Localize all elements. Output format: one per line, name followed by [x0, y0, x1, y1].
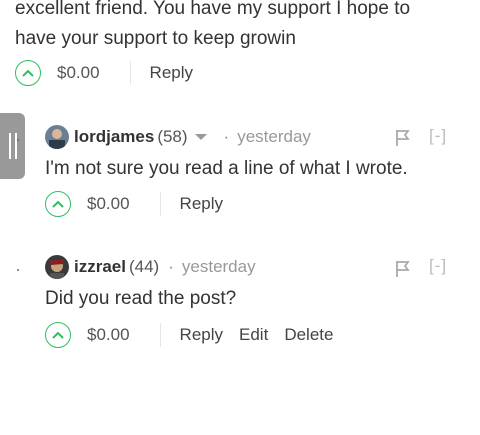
- upvote-button[interactable]: [45, 191, 71, 217]
- separator-dot: ·: [168, 257, 174, 276]
- divider: [159, 192, 161, 216]
- caret-down-icon[interactable]: [194, 132, 208, 142]
- avatar[interactable]: [45, 125, 69, 149]
- author-name[interactable]: lordjames: [74, 127, 154, 147]
- author-name[interactable]: izzrael: [74, 257, 126, 277]
- collapse-toggle[interactable]: [-]: [429, 126, 447, 146]
- reply-button[interactable]: Reply: [180, 194, 223, 214]
- upvote-button[interactable]: [45, 322, 71, 348]
- comment-footer: $0.00 Reply: [45, 189, 239, 219]
- parent-comment-body-line-2: have your support to keep growin: [15, 28, 296, 49]
- payout-amount: $0.00: [57, 63, 100, 82]
- divider: [129, 61, 131, 85]
- comment-body: Did you read the post?: [45, 288, 237, 309]
- payout-amount: $0.00: [87, 325, 130, 344]
- upvote-chevron-icon: [22, 69, 34, 77]
- comment-body: I'm not sure you read a line of what I w…: [45, 158, 408, 179]
- payout-amount: $0.00: [87, 194, 130, 213]
- parent-comment-body-line-1: excellent friend. You have my support I …: [15, 0, 411, 19]
- comment-header: lordjames (58) · yesterday: [45, 123, 311, 151]
- author-reputation: (58): [157, 127, 188, 146]
- reply-button[interactable]: Reply: [150, 63, 193, 83]
- flag-icon[interactable]: [395, 260, 411, 278]
- author-reputation: (44): [128, 257, 160, 276]
- upvote-chevron-icon: [52, 200, 64, 208]
- timestamp[interactable]: yesterday: [182, 257, 256, 277]
- edit-button[interactable]: Edit: [239, 325, 268, 345]
- divider: [159, 323, 161, 347]
- comment-header: izzrael (44) · yesterday: [45, 253, 256, 281]
- collapse-toggle[interactable]: [-]: [429, 256, 447, 276]
- drag-handle-icon[interactable]: [0, 113, 25, 179]
- parent-comment-footer: $0.00 Reply: [15, 58, 209, 88]
- upvote-button[interactable]: [15, 60, 41, 86]
- comment-footer: $0.00 Reply Edit Delete: [45, 320, 349, 350]
- avatar[interactable]: [45, 255, 69, 279]
- timestamp[interactable]: yesterday: [237, 127, 311, 147]
- thread-dot: [17, 269, 19, 271]
- thread-dot: [17, 139, 19, 141]
- separator-dot: ·: [223, 127, 230, 146]
- delete-button[interactable]: Delete: [284, 325, 333, 345]
- upvote-chevron-icon: [52, 331, 64, 339]
- flag-icon[interactable]: [395, 129, 411, 147]
- reply-button[interactable]: Reply: [180, 325, 223, 345]
